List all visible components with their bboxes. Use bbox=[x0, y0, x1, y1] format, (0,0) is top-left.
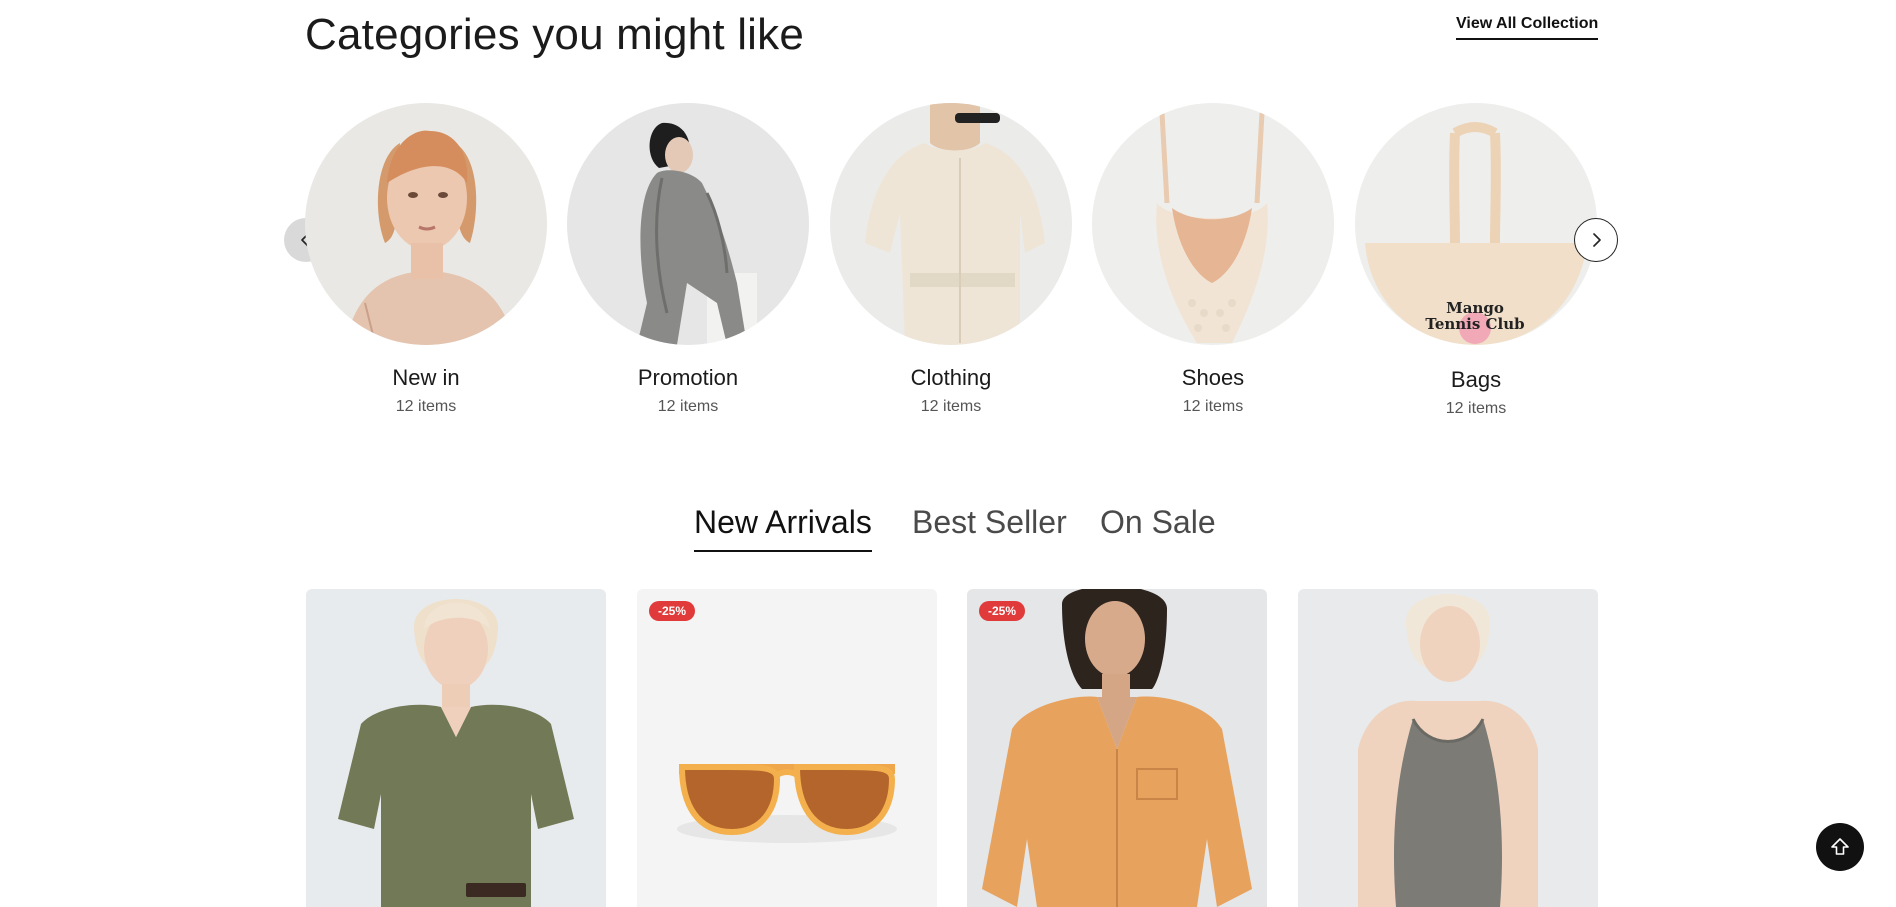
category-image-new-in[interactable] bbox=[305, 103, 547, 345]
product-image[interactable] bbox=[306, 589, 606, 907]
category-item-shoes[interactable]: Shoes 12 items bbox=[1092, 103, 1334, 417]
category-name: Bags bbox=[1450, 367, 1502, 392]
category-image-clothing[interactable] bbox=[830, 103, 1072, 345]
category-image-shoes[interactable] bbox=[1092, 103, 1334, 345]
category-name: Shoes bbox=[1181, 365, 1245, 390]
category-name: Promotion bbox=[637, 365, 739, 390]
product-image[interactable] bbox=[1298, 589, 1598, 907]
product-image[interactable] bbox=[637, 589, 937, 907]
product-card[interactable] bbox=[1298, 589, 1598, 907]
chevron-right-icon bbox=[1593, 233, 1601, 247]
svg-text:Tennis Club: Tennis Club bbox=[1425, 315, 1524, 333]
category-count: 12 items bbox=[920, 398, 982, 415]
category-count: 12 items bbox=[1445, 400, 1507, 417]
product-card[interactable] bbox=[306, 589, 606, 907]
category-item-promotion[interactable]: Promotion 12 items bbox=[567, 103, 809, 417]
discount-badge: -25% bbox=[979, 601, 1026, 621]
page: Categories you might like View All Colle… bbox=[0, 0, 1896, 907]
category-count: 12 items bbox=[1182, 398, 1244, 415]
section-title: Categories you might like bbox=[305, 10, 805, 59]
carousel-next-button[interactable] bbox=[1574, 218, 1618, 262]
tab-on-sale[interactable]: On Sale bbox=[1100, 500, 1216, 550]
category-count: 12 items bbox=[657, 398, 719, 415]
category-name: New in bbox=[392, 365, 460, 390]
category-item-new-in[interactable]: New in 12 items bbox=[305, 103, 547, 417]
tab-best-seller[interactable]: Best Seller bbox=[912, 500, 1067, 550]
category-item-clothing[interactable]: Clothing 12 items bbox=[830, 103, 1072, 417]
product-card[interactable]: -25% bbox=[967, 589, 1267, 907]
category-image-promotion[interactable] bbox=[567, 103, 809, 345]
discount-badge: -25% bbox=[649, 601, 696, 621]
category-item-bags[interactable]: Mango Tennis Club Bags 12 items bbox=[1355, 103, 1597, 419]
category-name: Clothing bbox=[910, 365, 992, 390]
view-all-collection-link[interactable]: View All Collection bbox=[1456, 14, 1599, 40]
category-image-bags[interactable]: Mango Tennis Club bbox=[1355, 103, 1597, 345]
category-count: 12 items bbox=[395, 398, 457, 415]
arrow-up-icon bbox=[1831, 838, 1849, 855]
tab-new-arrivals[interactable]: New Arrivals bbox=[694, 500, 872, 552]
scroll-to-top-button[interactable] bbox=[1816, 823, 1864, 871]
product-card[interactable]: -25% bbox=[637, 589, 937, 907]
product-image[interactable] bbox=[967, 589, 1267, 907]
product-tabs: New Arrivals Best Seller On Sale bbox=[0, 500, 1896, 560]
